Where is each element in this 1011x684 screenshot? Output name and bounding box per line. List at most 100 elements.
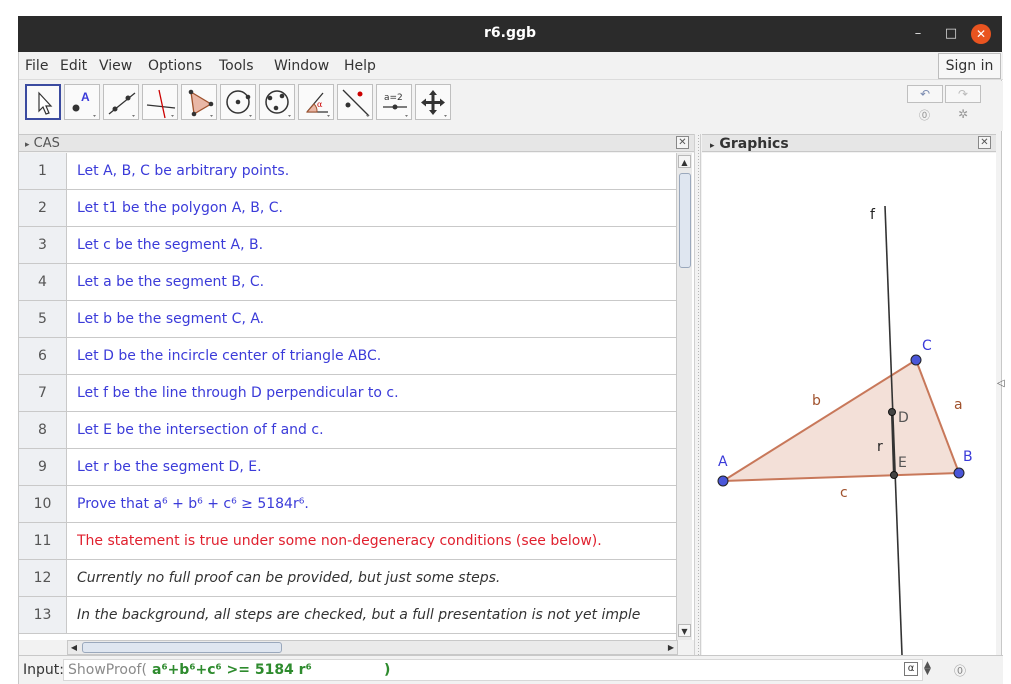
help-icon[interactable]: ⓪ (919, 107, 930, 123)
cas-row[interactable]: 4 Let a be the segment B, C. (19, 264, 676, 301)
cas-row[interactable]: 2 Let t1 be the polygon A, B, C. (19, 190, 676, 227)
cas-row-number[interactable]: 3 (19, 227, 67, 263)
redo-button[interactable]: ↷ (945, 85, 981, 103)
line-icon (108, 92, 136, 117)
move-graphics-view-tool-button[interactable] (415, 84, 451, 120)
cas-row-text[interactable]: Let t1 be the polygon A, B, C. (77, 190, 673, 226)
label-B: B (963, 449, 973, 465)
title-bar: r6.ggb – □ ✕ (0, 0, 1011, 52)
point-C[interactable] (910, 354, 922, 366)
cas-row-number[interactable]: 6 (19, 338, 67, 374)
collapse-triangle-icon[interactable]: ▸ (710, 141, 715, 151)
cas-row-text[interactable]: Let D be the incircle center of triangle… (77, 338, 673, 374)
menu-file[interactable]: File (25, 58, 48, 74)
cas-row-number[interactable]: 13 (19, 597, 67, 633)
cas-row-text[interactable]: Currently no full proof can be provided,… (77, 560, 673, 596)
menu-view[interactable]: View (99, 58, 132, 74)
cas-row[interactable]: 7 Let f be the line through D perpendicu… (19, 375, 676, 412)
point-tool-button[interactable]: A (64, 84, 100, 120)
collapse-triangle-icon[interactable]: ▸ (25, 140, 30, 150)
scroll-left-icon[interactable]: ◀ (68, 641, 80, 654)
cas-row-number[interactable]: 11 (19, 523, 67, 559)
cas-row[interactable]: 6 Let D be the incircle center of triang… (19, 338, 676, 375)
scroll-up-icon[interactable]: ▲ (678, 155, 691, 168)
move-tool-button[interactable] (25, 84, 61, 120)
scroll-thumb[interactable] (82, 642, 282, 653)
maximize-button[interactable]: □ (941, 24, 961, 44)
cas-row-number[interactable]: 2 (19, 190, 67, 226)
angle-tool-button[interactable]: α (298, 84, 334, 120)
cas-row-text[interactable]: Let A, B, C be arbitrary points. (77, 153, 673, 189)
cas-row[interactable]: 1 Let A, B, C be arbitrary points. (19, 153, 676, 190)
cas-row-text[interactable]: Let E be the intersection of f and c. (77, 412, 673, 448)
circle-three-points-icon (265, 90, 291, 117)
cas-row-number[interactable]: 9 (19, 449, 67, 485)
perpendicular-line-tool-button[interactable] (142, 84, 178, 120)
graphics-view[interactable]: f A B C D E a b c r (702, 153, 996, 656)
cas-row-number[interactable]: 12 (19, 560, 67, 596)
reflect-tool-button[interactable] (337, 84, 373, 120)
undo-button[interactable]: ↶ (907, 85, 943, 103)
cas-view-header: ▸ CAS ✕ (19, 134, 694, 152)
cas-row-number[interactable]: 5 (19, 301, 67, 337)
circle-three-points-tool-button[interactable] (259, 84, 295, 120)
point-B[interactable] (953, 467, 965, 479)
close-graphics-view-button[interactable]: ✕ (978, 136, 991, 149)
cas-row[interactable]: 13 In the background, all steps are chec… (19, 597, 676, 634)
cas-row-number[interactable]: 8 (19, 412, 67, 448)
cas-row-number[interactable]: 7 (19, 375, 67, 411)
cas-row[interactable]: 10 Prove that a⁶ + b⁶ + c⁶ ≥ 5184r⁶. (19, 486, 676, 523)
cas-row-text[interactable]: Prove that a⁶ + b⁶ + c⁶ ≥ 5184r⁶. (77, 486, 673, 522)
side-panel-toggle-icon[interactable]: ◁ (997, 378, 1005, 389)
cas-row-text[interactable]: Let a be the segment B, C. (77, 264, 673, 300)
close-cas-view-button[interactable]: ✕ (676, 136, 689, 149)
point-A[interactable] (717, 475, 729, 487)
cas-row[interactable]: 12 Currently no full proof can be provid… (19, 560, 676, 597)
cursor-arrow-icon (38, 91, 53, 115)
circle-tool-button[interactable] (220, 84, 256, 120)
cas-vertical-scrollbar[interactable]: ▲ ▼ (676, 153, 692, 640)
input-help-icon[interactable]: ⓪ (954, 662, 966, 679)
cas-row-text[interactable]: Let r be the segment D, E. (77, 449, 673, 485)
cas-row-text[interactable]: Let f be the line through D perpendicula… (77, 375, 673, 411)
scroll-down-icon[interactable]: ▼ (678, 624, 691, 637)
cas-row[interactable]: 3 Let c be the segment A, B. (19, 227, 676, 264)
cas-row-text[interactable]: In the background, all steps are checked… (77, 597, 673, 633)
cas-row[interactable]: 5 Let b be the segment C, A. (19, 301, 676, 338)
menu-help[interactable]: Help (344, 58, 376, 74)
undo-icon: ↶ (919, 87, 931, 101)
sign-in-button[interactable]: Sign in (938, 53, 1001, 79)
cas-horizontal-scrollbar[interactable]: ◀ ▶ (67, 640, 678, 655)
menu-options[interactable]: Options (148, 58, 202, 74)
slider-icon: a=2 (383, 93, 408, 117)
scroll-right-icon[interactable]: ▶ (665, 641, 677, 654)
geometry-canvas[interactable]: f A B C D E a b c r (702, 153, 996, 656)
slider-tool-button[interactable]: a=2 (376, 84, 412, 120)
label-f: f (870, 207, 876, 223)
menu-tools[interactable]: Tools (219, 58, 254, 74)
history-spinner-icon[interactable]: ▲ ▼ (924, 661, 931, 677)
settings-icon[interactable]: ✲ (958, 107, 968, 121)
cas-row-number[interactable]: 1 (19, 153, 67, 189)
cas-row[interactable]: 11 The statement is true under some non-… (19, 523, 676, 560)
input-field[interactable]: ShowProof( a⁶+b⁶+c⁶ >= 5184 r⁶ ) (63, 659, 923, 681)
pane-divider[interactable] (694, 134, 701, 655)
cas-row-text[interactable]: The statement is true under some non-deg… (77, 523, 673, 559)
cas-row-text[interactable]: Let c be the segment A, B. (77, 227, 673, 263)
point-D[interactable] (888, 408, 896, 416)
cas-row[interactable]: 9 Let r be the segment D, E. (19, 449, 676, 486)
scroll-thumb[interactable] (679, 173, 691, 268)
cas-row-number[interactable]: 10 (19, 486, 67, 522)
line-tool-button[interactable] (103, 84, 139, 120)
cas-row-text[interactable]: Let b be the segment C, A. (77, 301, 673, 337)
polygon-tool-button[interactable] (181, 84, 217, 120)
command-name: ShowProof( (68, 662, 147, 678)
menu-edit[interactable]: Edit (60, 58, 87, 74)
close-window-button[interactable]: ✕ (971, 24, 991, 44)
menu-window[interactable]: Window (274, 58, 329, 74)
cas-row[interactable]: 8 Let E be the intersection of f and c. (19, 412, 676, 449)
symbol-table-button[interactable]: α (904, 662, 918, 676)
point-E[interactable] (890, 471, 898, 479)
cas-row-number[interactable]: 4 (19, 264, 67, 300)
minimize-button[interactable]: – (908, 24, 928, 44)
